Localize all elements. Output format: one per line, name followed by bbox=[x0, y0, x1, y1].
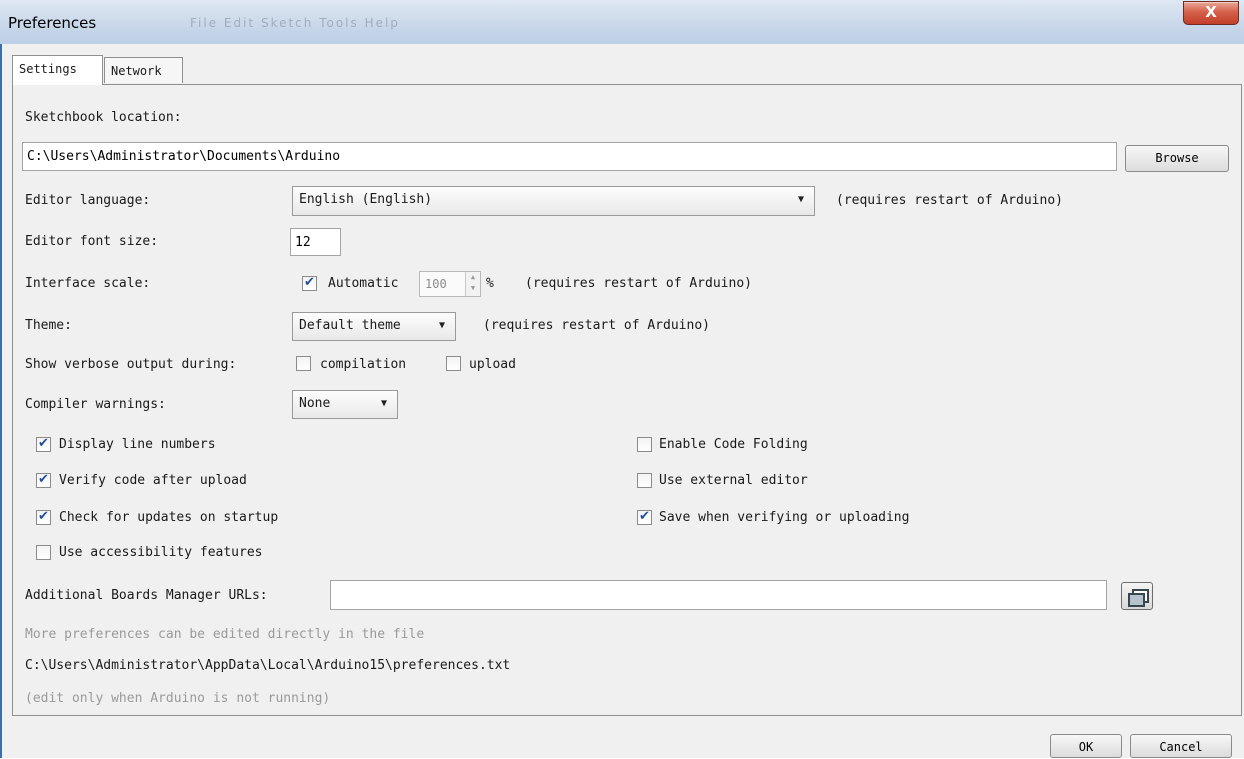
display-line-numbers-label: Display line numbers bbox=[59, 437, 216, 452]
theme-label: Theme: bbox=[25, 318, 72, 333]
theme-restart-note: (requires restart of Arduino) bbox=[483, 318, 710, 333]
tab-network[interactable]: Network bbox=[104, 57, 183, 83]
settings-panel bbox=[12, 84, 1242, 716]
language-restart-note: (requires restart of Arduino) bbox=[836, 193, 1063, 208]
upload-checkbox[interactable] bbox=[446, 356, 461, 371]
verbose-output-label: Show verbose output during: bbox=[25, 357, 237, 372]
save-when-verifying-checkbox[interactable] bbox=[637, 509, 652, 525]
interface-scale-label: Interface scale: bbox=[25, 276, 151, 291]
compiler-warnings-value: None bbox=[299, 396, 331, 411]
display-line-numbers-checkbox[interactable] bbox=[36, 436, 51, 452]
code-folding-label: Enable Code Folding bbox=[659, 437, 808, 452]
theme-value: Default theme bbox=[299, 318, 401, 333]
external-editor-checkbox[interactable] bbox=[637, 473, 652, 488]
open-urls-dialog-button[interactable] bbox=[1121, 582, 1153, 610]
scale-value: 100 bbox=[425, 277, 447, 291]
save-when-verifying-label: Save when verifying or uploading bbox=[659, 510, 910, 525]
close-button[interactable]: X bbox=[1183, 1, 1239, 25]
editor-language-value: English (English) bbox=[299, 192, 433, 207]
title-bar: Preferences File Edit Sketch Tools Help … bbox=[0, 0, 1244, 45]
font-size-input[interactable] bbox=[290, 228, 341, 256]
preferences-file-path: C:\Users\Administrator\AppData\Local\Ard… bbox=[25, 658, 511, 673]
sketchbook-input[interactable] bbox=[22, 142, 1117, 171]
chevron-down-icon: ▼ bbox=[380, 398, 387, 409]
external-editor-label: Use external editor bbox=[659, 473, 808, 488]
chevron-down-icon: ▼ bbox=[438, 320, 445, 331]
ok-button[interactable]: OK bbox=[1050, 734, 1122, 758]
browse-button[interactable]: Browse bbox=[1125, 145, 1229, 172]
scale-spinner[interactable]: 100 ▲ ▼ bbox=[419, 271, 481, 297]
compilation-checkbox[interactable] bbox=[296, 356, 311, 371]
automatic-scale-checkbox[interactable] bbox=[302, 275, 317, 291]
sketchbook-label: Sketchbook location: bbox=[25, 110, 182, 125]
tab-settings[interactable]: Settings bbox=[12, 55, 103, 85]
check-updates-label: Check for updates on startup bbox=[59, 510, 279, 525]
window-stack-icon-back bbox=[1128, 593, 1145, 607]
check-updates-checkbox[interactable] bbox=[36, 509, 51, 525]
scale-unit: % bbox=[486, 276, 494, 291]
compiler-warnings-select[interactable]: None ▼ bbox=[292, 390, 398, 419]
upload-label: upload bbox=[469, 357, 516, 372]
edit-note: (edit only when Arduino is not running) bbox=[25, 691, 331, 706]
font-size-label: Editor font size: bbox=[25, 234, 159, 249]
more-prefs-note: More preferences can be edited directly … bbox=[25, 627, 425, 642]
spinner-arrows-icon[interactable]: ▲ ▼ bbox=[465, 272, 480, 296]
editor-language-label: Editor language: bbox=[25, 193, 151, 208]
boards-urls-label: Additional Boards Manager URLs: bbox=[25, 588, 268, 603]
scale-restart-note: (requires restart of Arduino) bbox=[525, 276, 752, 291]
boards-urls-input[interactable] bbox=[330, 580, 1107, 610]
automatic-scale-label: Automatic bbox=[328, 276, 399, 291]
window-title: Preferences bbox=[8, 14, 97, 32]
chevron-down-icon: ▼ bbox=[797, 194, 804, 205]
compilation-label: compilation bbox=[320, 357, 407, 372]
code-folding-checkbox[interactable] bbox=[637, 437, 652, 452]
editor-language-select[interactable]: English (English) ▼ bbox=[292, 186, 815, 216]
verify-after-upload-label: Verify code after upload bbox=[59, 473, 247, 488]
verify-after-upload-checkbox[interactable] bbox=[36, 472, 51, 488]
background-window-ghost: File Edit Sketch Tools Help bbox=[190, 16, 400, 30]
theme-select[interactable]: Default theme ▼ bbox=[292, 312, 456, 341]
compiler-warnings-label: Compiler warnings: bbox=[25, 397, 166, 412]
accessibility-label: Use accessibility features bbox=[59, 545, 263, 560]
accessibility-checkbox[interactable] bbox=[36, 545, 51, 560]
cancel-button[interactable]: Cancel bbox=[1130, 734, 1232, 758]
